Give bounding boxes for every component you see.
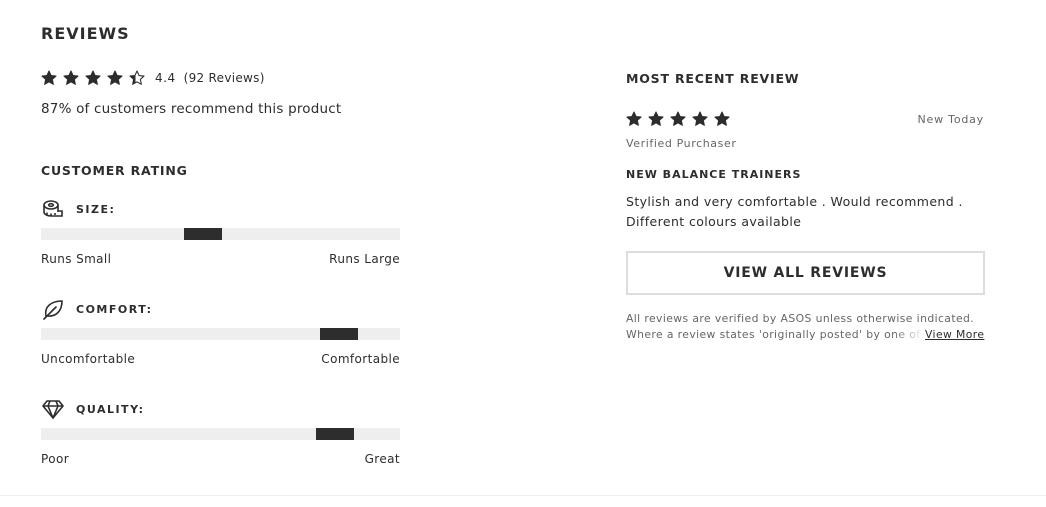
comfort-rating: COMFORT: Uncomfortable Comfortable [41,298,400,366]
view-more-link[interactable]: View More [925,327,984,343]
size-label: SIZE: [76,202,116,216]
star-icon [129,70,145,85]
star-icon [63,70,79,85]
comfort-high-label: Comfortable [321,352,400,366]
comfort-low-label: Uncomfortable [41,352,136,366]
star-icon [107,70,123,85]
quality-label: QUALITY: [76,402,145,416]
size-marker [184,228,222,240]
leaf-icon [41,298,65,320]
size-high-label: Runs Large [329,252,400,266]
rating-value: 4.4 [155,71,176,85]
section-divider [0,495,1046,496]
view-all-reviews-button[interactable]: VIEW ALL REVIEWS [626,251,985,295]
size-track [41,228,400,240]
recommend-text: 87% of customers recommend this product [41,101,342,117]
review-date: New Today [917,113,984,126]
rating-summary: 4.4 (92 Reviews) [41,70,265,86]
quality-rating: QUALITY: Poor Great [41,398,400,466]
comfort-label: COMFORT: [76,302,153,316]
star-icon [626,111,642,126]
summary-star-rating [41,70,151,86]
quality-high-label: Great [364,452,400,466]
review-count: (92 Reviews) [183,71,265,85]
comfort-track [41,328,400,340]
reviews-heading: REVIEWS [41,24,130,43]
review-title: NEW BALANCE TRAINERS [626,168,802,181]
disclaimer-line-2: Where a review states 'originally posted… [626,328,924,341]
size-rating: SIZE: Runs Small Runs Large [41,198,400,266]
size-low-label: Runs Small [41,252,112,266]
star-icon [714,111,730,126]
star-icon [648,111,664,126]
star-icon [41,70,57,85]
star-icon [692,111,708,126]
comfort-marker [320,328,358,340]
star-icon [85,70,101,85]
customer-rating-heading: CUSTOMER RATING [41,163,188,178]
quality-marker [316,428,354,440]
quality-track [41,428,400,440]
most-recent-review-heading: MOST RECENT REVIEW [626,71,800,86]
review-body: Stylish and very comfortable . Would rec… [626,194,963,229]
measuring-tape-icon [41,198,65,220]
verified-purchaser-label: Verified Purchaser [626,137,737,150]
quality-low-label: Poor [41,452,70,466]
recent-review-star-rating [626,111,736,127]
disclaimer-line-1: All reviews are verified by ASOS unless … [626,312,975,325]
diamond-icon [41,398,65,420]
star-icon [670,111,686,126]
